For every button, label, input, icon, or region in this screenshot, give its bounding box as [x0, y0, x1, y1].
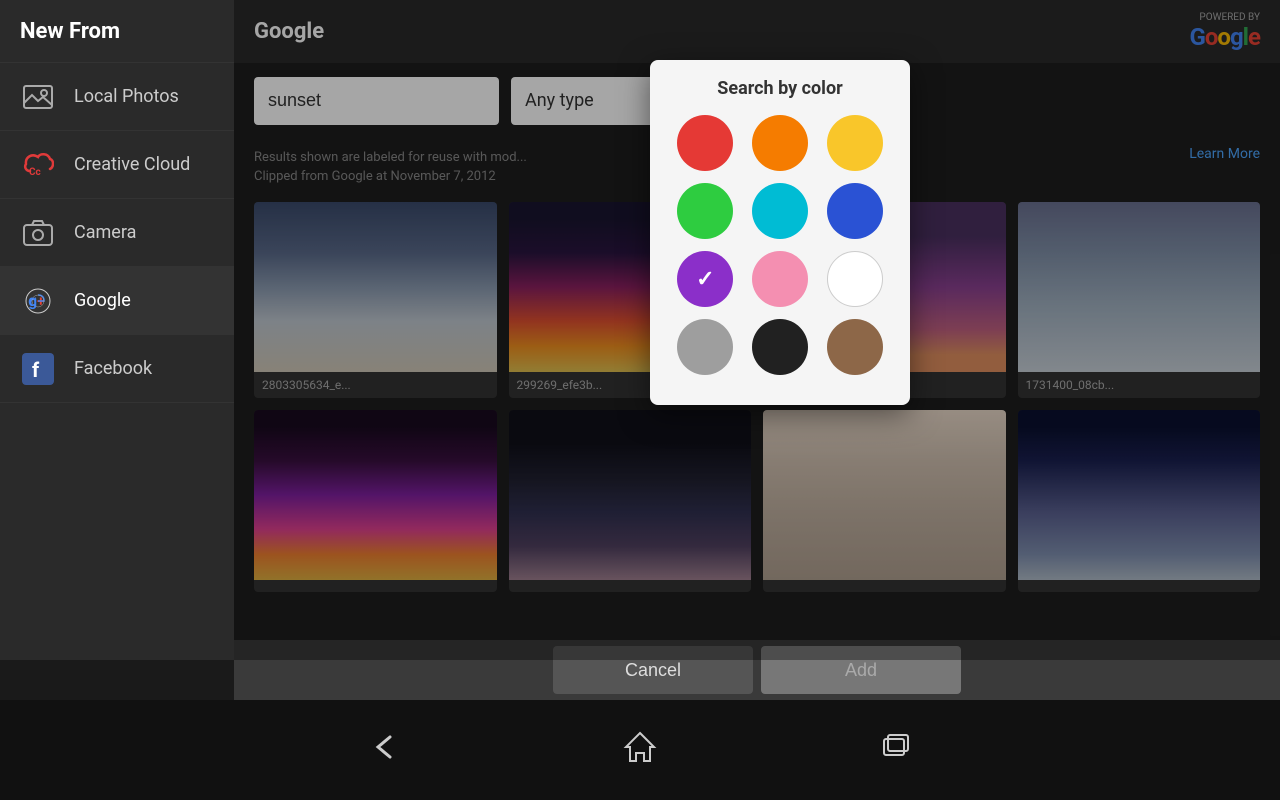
g-red2: e — [1248, 23, 1260, 51]
cancel-button[interactable]: Cancel — [553, 646, 753, 694]
svg-text:Cc: Cc — [29, 167, 41, 178]
sidebar-item-label-creative-cloud: Creative Cloud — [74, 154, 190, 175]
photo-icon — [20, 79, 56, 115]
list-item[interactable]: 2803305634_e... — [254, 202, 497, 398]
color-row-1 — [668, 115, 892, 171]
image-thumbnail — [1018, 410, 1261, 580]
search-input[interactable] — [254, 77, 499, 125]
color-row-3 — [668, 251, 892, 307]
powered-by-text: POWERED BY — [1199, 12, 1260, 23]
g-red: o — [1205, 23, 1218, 51]
sidebar: New From Local Photos Cc Creative Cloud — [0, 0, 234, 660]
google-icon: g+ g — [20, 283, 56, 319]
cc-icon: Cc — [20, 147, 56, 183]
sidebar-item-camera[interactable]: Camera — [0, 199, 234, 267]
svg-text:g: g — [28, 291, 37, 310]
type-dropdown-label: Any type — [525, 90, 594, 111]
color-swatch-yellow[interactable] — [827, 115, 883, 171]
color-swatch-green[interactable] — [677, 183, 733, 239]
sidebar-item-local-photos[interactable]: Local Photos — [0, 63, 234, 131]
sidebar-item-google[interactable]: g+ g Google — [0, 267, 234, 335]
color-swatch-red[interactable] — [677, 115, 733, 171]
image-label — [509, 580, 752, 592]
google-logo: POWERED BY Google — [1190, 12, 1261, 51]
list-item[interactable] — [1018, 410, 1261, 592]
color-swatch-purple[interactable] — [677, 251, 733, 307]
color-picker-popup: Search by color — [650, 60, 910, 405]
image-label — [254, 580, 497, 592]
header-title: Google — [254, 19, 324, 44]
g-yellow: o — [1217, 23, 1230, 51]
image-thumbnail — [254, 202, 497, 372]
info-main-text: Results shown are labeled for reuse with… — [254, 150, 527, 165]
sidebar-item-label-local-photos: Local Photos — [74, 86, 179, 107]
svg-text:f: f — [32, 358, 40, 382]
sidebar-title-text: New From — [20, 19, 120, 44]
color-swatch-gray[interactable] — [677, 319, 733, 375]
sidebar-item-creative-cloud[interactable]: Cc Creative Cloud — [0, 131, 234, 199]
list-item[interactable] — [509, 410, 752, 592]
color-swatch-teal[interactable] — [752, 183, 808, 239]
color-row-4 — [668, 319, 892, 375]
color-swatch-white[interactable] — [827, 251, 883, 307]
color-picker-title: Search by color — [668, 78, 892, 99]
recents-button[interactable] — [878, 729, 914, 772]
image-thumbnail — [763, 410, 1006, 580]
back-button[interactable] — [366, 729, 402, 772]
image-label: 1731400_08cb... — [1018, 372, 1261, 398]
color-swatch-orange[interactable] — [752, 115, 808, 171]
image-label: 2803305634_e... — [254, 372, 497, 398]
color-swatch-black[interactable] — [752, 319, 808, 375]
info-subtext: Clipped from Google at November 7, 2012 — [254, 169, 496, 184]
image-label — [1018, 580, 1261, 592]
main-header: Google POWERED BY Google — [234, 0, 1280, 63]
add-button[interactable]: Add — [761, 646, 961, 694]
bottom-action-bar: Cancel Add — [234, 640, 1280, 700]
sidebar-item-facebook[interactable]: f Facebook — [0, 335, 234, 403]
image-thumbnail — [1018, 202, 1261, 372]
sidebar-item-label-camera: Camera — [74, 222, 136, 243]
learn-more-link[interactable]: Learn More — [1189, 146, 1260, 162]
sidebar-title: New From — [0, 0, 234, 63]
list-item[interactable] — [763, 410, 1006, 592]
list-item[interactable]: 1731400_08cb... — [1018, 202, 1261, 398]
home-button[interactable] — [622, 729, 658, 772]
camera-icon — [20, 215, 56, 251]
g-blue2: g — [1230, 23, 1243, 51]
color-row-2 — [668, 183, 892, 239]
android-nav-bar — [0, 700, 1280, 800]
image-thumbnail — [254, 410, 497, 580]
sidebar-item-label-facebook: Facebook — [74, 358, 152, 379]
facebook-icon: f — [20, 351, 56, 387]
image-thumbnail — [509, 410, 752, 580]
google-brand-text: Google — [1190, 23, 1261, 51]
color-swatch-brown[interactable] — [827, 319, 883, 375]
color-swatch-pink[interactable] — [752, 251, 808, 307]
list-item[interactable] — [254, 410, 497, 592]
color-swatch-blue[interactable] — [827, 183, 883, 239]
sidebar-item-label-google: Google — [74, 290, 131, 311]
image-label — [763, 580, 1006, 592]
g-blue: G — [1190, 23, 1205, 51]
